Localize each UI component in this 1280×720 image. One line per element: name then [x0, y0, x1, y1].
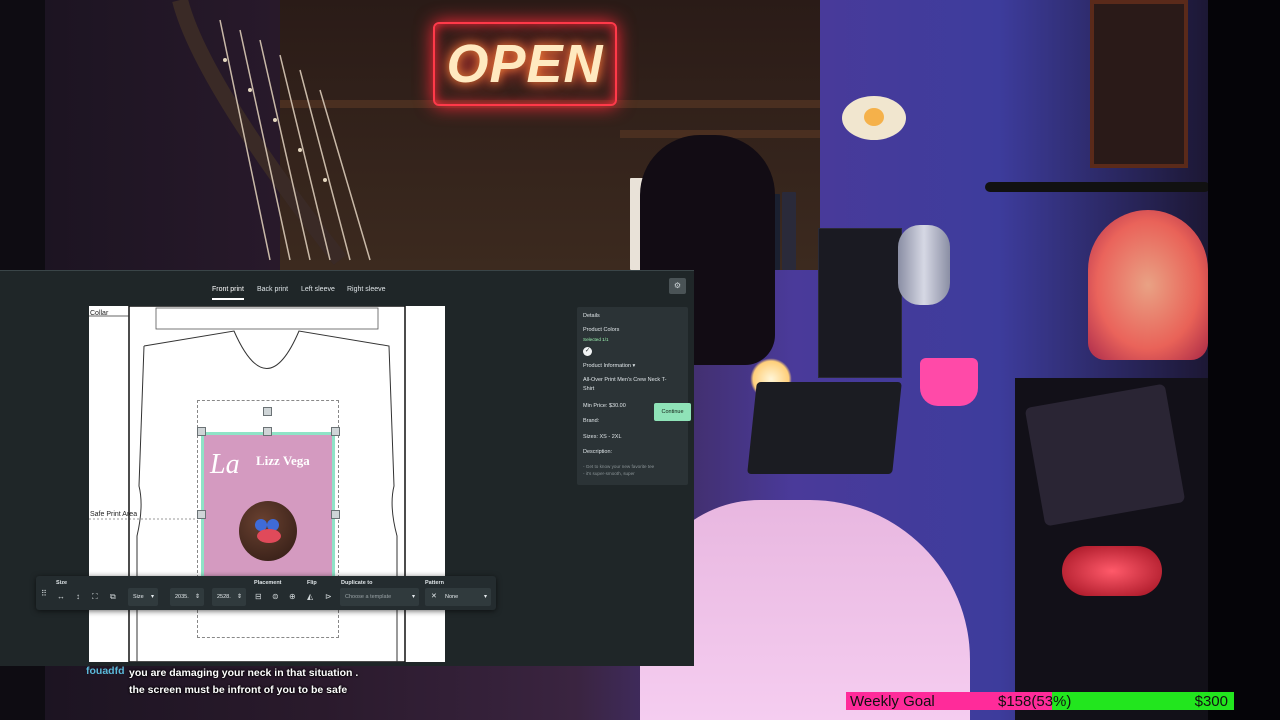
- resize-handle-l[interactable]: [197, 510, 206, 519]
- selected-colors-count: Selected 1/1: [583, 337, 609, 342]
- placement-label: Placement: [254, 580, 282, 586]
- width-input[interactable]: 2035. ⇕: [170, 588, 204, 606]
- align-center-icon[interactable]: ⊜: [272, 592, 279, 601]
- pattern-label: Pattern: [425, 580, 444, 586]
- continue-button[interactable]: Continue: [654, 403, 691, 421]
- open-neon-sign: OPEN: [433, 22, 617, 106]
- mechanical-keyboard: [1024, 383, 1186, 527]
- description-line1: - Get to know your new favorite tee: [583, 464, 655, 469]
- tab-right-sleeve[interactable]: Right sleeve: [347, 286, 386, 293]
- check-icon: ✓: [584, 348, 591, 354]
- duplicate-label: Duplicate to: [341, 580, 373, 586]
- chevron-down-icon: ▾: [483, 594, 487, 600]
- red-mouse: [1062, 546, 1162, 596]
- gear-icon: ⚙: [673, 281, 682, 290]
- safe-print-area-label: Safe Print Area: [90, 511, 138, 518]
- goal-target: $300: [1194, 693, 1228, 710]
- laptop: [747, 382, 902, 474]
- stretch-horizontal-icon[interactable]: ↔: [57, 592, 65, 601]
- egg-decoration: [842, 96, 906, 140]
- pattern-select[interactable]: ✕ None ▾: [425, 588, 491, 606]
- description-label: Description:: [583, 449, 613, 455]
- pink-cup: [920, 358, 978, 406]
- tab-front-print[interactable]: Front print: [212, 286, 244, 300]
- flip-horizontal-icon[interactable]: ◭: [307, 592, 313, 601]
- synthesizer: [818, 228, 902, 378]
- product-information-toggle[interactable]: Product Information ▾: [583, 363, 635, 369]
- chevron-down-icon: ▾: [411, 594, 415, 600]
- product-colors-label: Product Colors: [583, 327, 620, 333]
- size-label: Size: [56, 580, 68, 586]
- align-left-icon[interactable]: ⊟: [255, 592, 262, 601]
- design-toolbar: ⠿ Size ↔ ↕ ⛶ ⧉ Size ▾ 2035. ⇕ 2528. ⇕ Place…: [36, 576, 496, 610]
- harp: [140, 0, 420, 270]
- align-right-icon[interactable]: ⊕: [289, 592, 296, 601]
- description-line2: - it's super-smooth, super: [583, 471, 635, 476]
- print-tabs: Front print Back print Left sleeve Right…: [0, 271, 694, 308]
- drag-handle-icon[interactable]: ⠿: [41, 589, 47, 598]
- rotate-handle[interactable]: [263, 407, 272, 416]
- height-input[interactable]: 2528. ⇕: [212, 588, 246, 606]
- design-name-text: Lizz Vega: [256, 453, 310, 468]
- stepper-icon: ⇕: [194, 594, 200, 600]
- resize-handle-tr[interactable]: [331, 427, 340, 436]
- chat-text: you are damaging your neck in that situa…: [129, 667, 359, 696]
- design-script-text: La: [210, 449, 240, 480]
- min-price: Min Price: $30.00: [583, 403, 626, 409]
- weekly-goal-bar: Weekly Goal $158(53%) $300: [846, 692, 1234, 710]
- chevron-down-icon: ▾: [150, 594, 154, 600]
- resize-handle-tl[interactable]: [197, 427, 206, 436]
- size-mode-select[interactable]: Size ▾: [128, 588, 158, 606]
- close-icon: ✕: [431, 593, 437, 600]
- print-editor-window: Front print Back print Left sleeve Right…: [0, 270, 694, 666]
- settings-button[interactable]: ⚙: [669, 278, 686, 294]
- product-name-line1: All-Over Print Men's Crew Neck T-: [583, 377, 667, 383]
- microphone: [898, 225, 950, 305]
- color-swatch-selected[interactable]: ✓: [583, 347, 592, 356]
- flip-label: Flip: [307, 580, 317, 586]
- chat-username: fouadfd: [86, 665, 125, 677]
- stained-glass-window: [1090, 0, 1188, 168]
- details-panel: Details Product Colors Selected 1/1 ✓ Pr…: [577, 307, 688, 485]
- duplicate-template-select[interactable]: Choose a template ▾: [340, 588, 419, 606]
- tab-left-sleeve[interactable]: Left sleeve: [301, 286, 335, 293]
- collar-label: Collar: [90, 310, 109, 317]
- brand: Brand:: [583, 418, 600, 424]
- crop-icon[interactable]: ⧉: [110, 592, 116, 602]
- goal-label: Weekly Goal: [850, 693, 935, 710]
- stretch-vertical-icon[interactable]: ↕: [76, 592, 80, 601]
- product-name-line2: Shirt: [583, 386, 595, 392]
- fit-icon[interactable]: ⛶: [92, 592, 98, 602]
- mic-arm: [985, 182, 1210, 192]
- tab-back-print[interactable]: Back print: [257, 286, 288, 293]
- goal-current: $158(53%): [998, 693, 1072, 710]
- sizes: Sizes: XS - 2XL: [583, 434, 622, 440]
- cookie-character: [239, 501, 297, 561]
- design-artwork[interactable]: La Lizz Vega: [201, 432, 335, 582]
- lamp-shade: [1088, 210, 1208, 360]
- stepper-icon: ⇕: [236, 594, 242, 600]
- details-title: Details: [583, 313, 600, 319]
- resize-handle-r[interactable]: [331, 510, 340, 519]
- chevron-down-icon: ▾: [632, 363, 636, 369]
- flip-vertical-icon[interactable]: ⊳: [325, 592, 332, 601]
- resize-handle-t[interactable]: [263, 427, 272, 436]
- right-edge: [1208, 0, 1280, 720]
